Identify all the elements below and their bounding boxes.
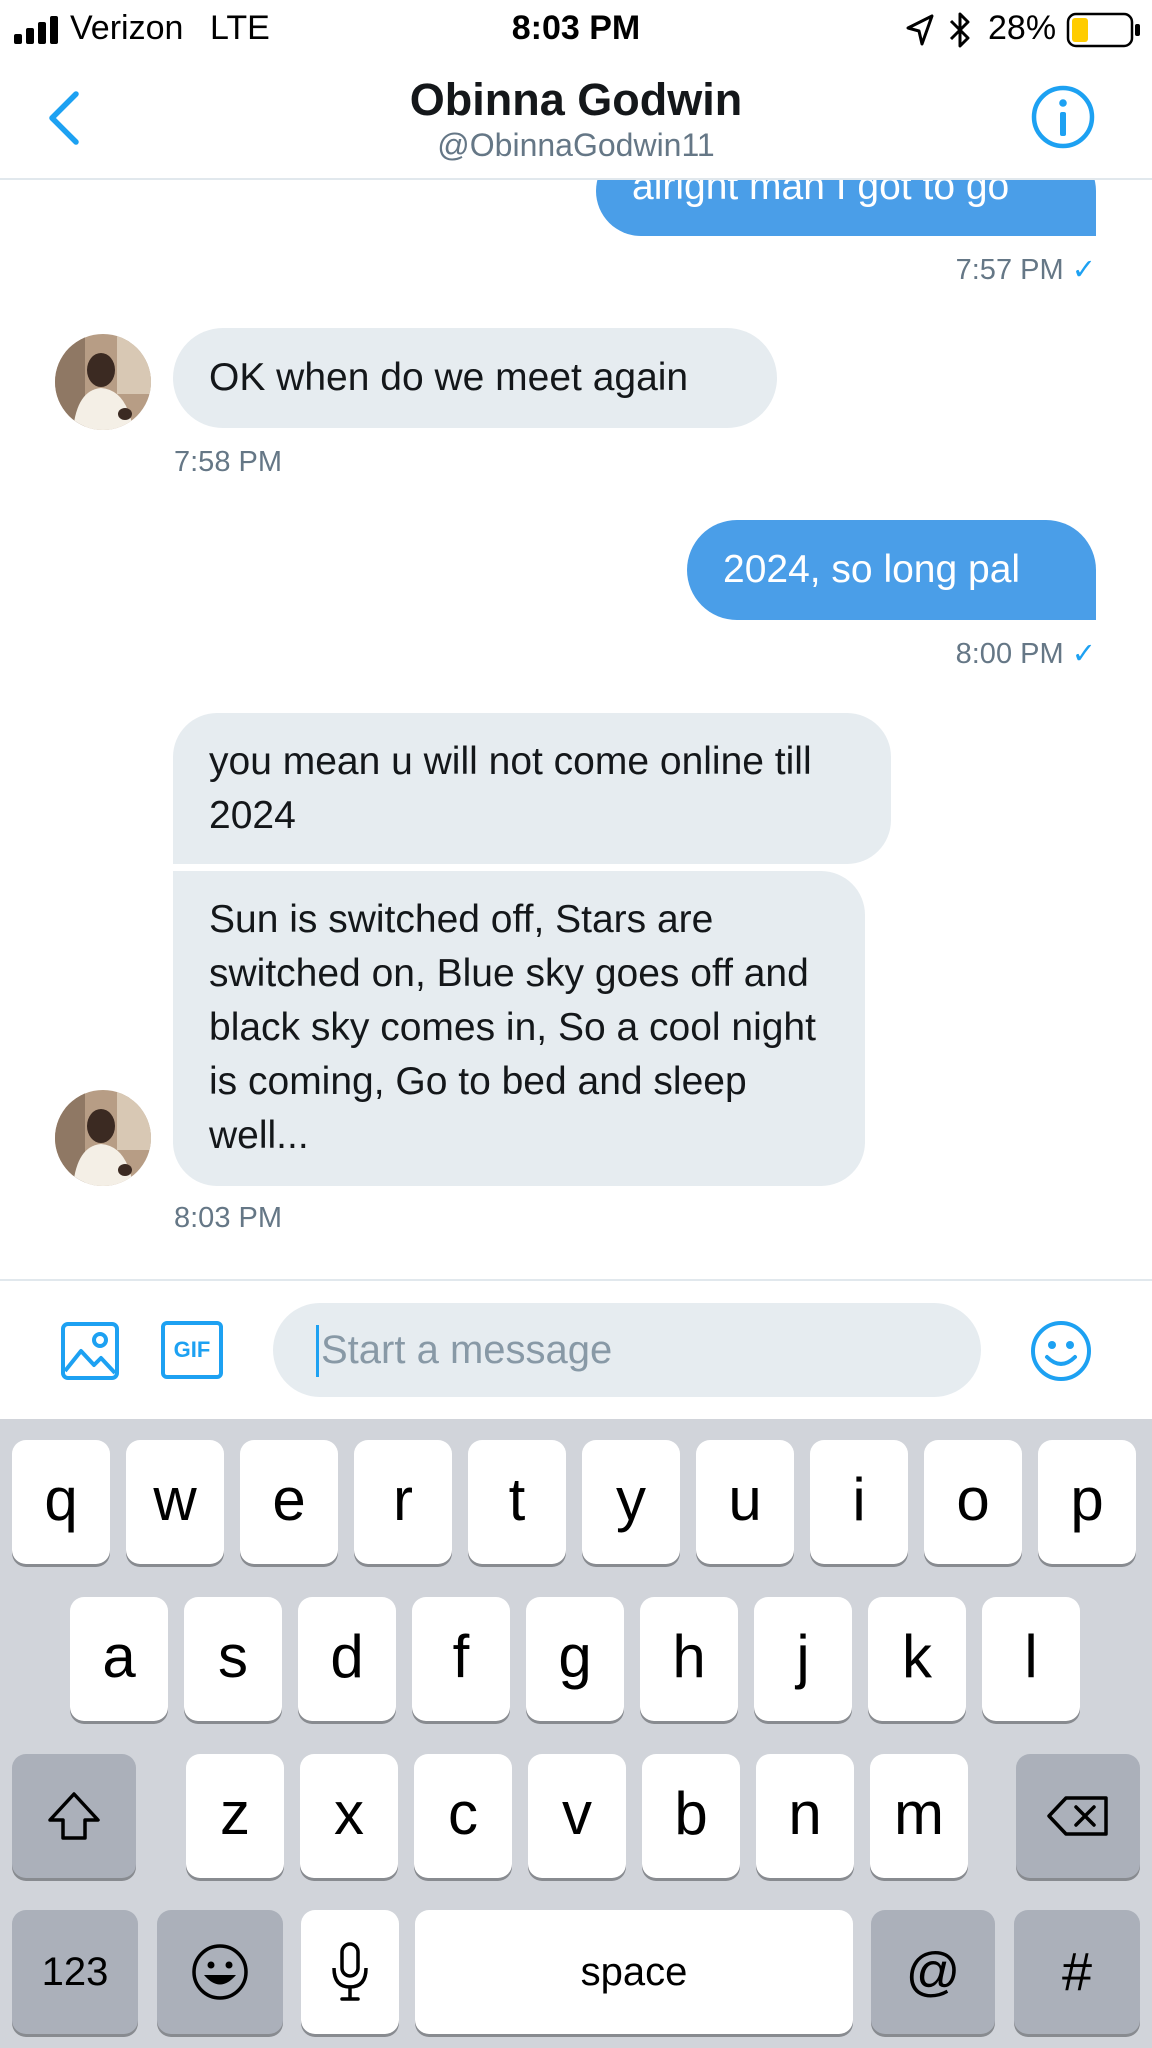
battery-percent: 28%: [988, 9, 1057, 47]
key-u[interactable]: u: [696, 1440, 794, 1564]
key-k[interactable]: k: [868, 1597, 966, 1721]
contact-handle: @ObinnaGodwin11: [437, 127, 715, 163]
text-cursor: [316, 1325, 319, 1377]
shift-key[interactable]: [12, 1754, 136, 1878]
key-g[interactable]: g: [526, 1597, 624, 1721]
message-timestamp: 7:58 PM: [174, 446, 282, 478]
battery-icon: [1066, 12, 1140, 48]
key-r[interactable]: r: [354, 1440, 452, 1564]
key-s[interactable]: s: [184, 1597, 282, 1721]
shift-icon: [48, 1792, 100, 1840]
numbers-key[interactable]: 123: [12, 1910, 138, 2034]
location-arrow-icon: [906, 14, 934, 46]
key-q[interactable]: q: [12, 1440, 110, 1564]
message-list[interactable]: alright man I got to go 7:57 PM ✓ OK whe…: [0, 180, 1152, 1279]
at-key[interactable]: @: [871, 1910, 995, 2034]
message-timestamp: 8:03 PM: [174, 1202, 282, 1234]
bluetooth-icon: [949, 12, 970, 48]
key-a[interactable]: a: [70, 1597, 168, 1721]
avatar[interactable]: [55, 334, 151, 430]
hash-key[interactable]: #: [1014, 1910, 1140, 2034]
status-time: 8:03 PM: [511, 9, 641, 47]
info-button[interactable]: [1028, 82, 1098, 152]
message-composer: GIF: [0, 1279, 1152, 1421]
message-timestamp: 8:00 PM ✓: [955, 638, 1096, 670]
key-z[interactable]: z: [186, 1754, 284, 1878]
key-l[interactable]: l: [982, 1597, 1080, 1721]
read-check-icon: ✓: [1071, 254, 1096, 286]
contact-name: Obinna Godwin: [409, 74, 743, 125]
key-n[interactable]: n: [756, 1754, 854, 1878]
key-f[interactable]: f: [412, 1597, 510, 1721]
conversation-header: Obinna Godwin @ObinnaGodwin11: [0, 60, 1152, 180]
read-check-icon: ✓: [1071, 638, 1096, 670]
key-b[interactable]: b: [642, 1754, 740, 1878]
key-p[interactable]: p: [1038, 1440, 1136, 1564]
delete-key[interactable]: [1016, 1754, 1140, 1878]
message-bubble-incoming[interactable]: you mean u will not come online till 202…: [173, 713, 891, 864]
gif-icon: GIF: [173, 1337, 211, 1362]
image-icon[interactable]: [60, 1321, 120, 1381]
key-w[interactable]: w: [126, 1440, 224, 1564]
backspace-icon: [1047, 1796, 1108, 1836]
emoji-keyboard-key[interactable]: [157, 1910, 283, 2034]
key-v[interactable]: v: [528, 1754, 626, 1878]
key-c[interactable]: c: [414, 1754, 512, 1878]
status-bar: Verizon LTE 8:03 PM 28%: [0, 0, 1152, 60]
key-x[interactable]: x: [300, 1754, 398, 1878]
gif-button[interactable]: GIF: [161, 1321, 223, 1379]
avatar[interactable]: [55, 1090, 151, 1186]
key-m[interactable]: m: [870, 1754, 968, 1878]
key-t[interactable]: t: [468, 1440, 566, 1564]
key-h[interactable]: h: [640, 1597, 738, 1721]
message-bubble-incoming[interactable]: OK when do we meet again: [173, 328, 777, 428]
keyboard: 123 space @ # qwertyuiop asdfghjkl zxcvbnm: [0, 1419, 1152, 2048]
key-e[interactable]: e: [240, 1440, 338, 1564]
key-i[interactable]: i: [810, 1440, 908, 1564]
key-j[interactable]: j: [754, 1597, 852, 1721]
key-o[interactable]: o: [924, 1440, 1022, 1564]
space-key[interactable]: space: [415, 1910, 853, 2034]
emoji-icon[interactable]: [1029, 1319, 1093, 1383]
message-input[interactable]: [273, 1303, 981, 1397]
dictation-key[interactable]: [301, 1910, 399, 2034]
message-bubble-outgoing[interactable]: 2024, so long pal: [687, 520, 1096, 620]
message-timestamp: 7:57 PM ✓: [955, 254, 1096, 286]
key-y[interactable]: y: [582, 1440, 680, 1564]
microphone-icon: [332, 1942, 368, 2001]
message-bubble-incoming[interactable]: Sun is switched off, Stars are switched …: [173, 871, 865, 1186]
message-bubble-outgoing[interactable]: alright man I got to go: [596, 180, 1096, 236]
key-d[interactable]: d: [298, 1597, 396, 1721]
emoji-face-icon: [192, 1944, 248, 2000]
